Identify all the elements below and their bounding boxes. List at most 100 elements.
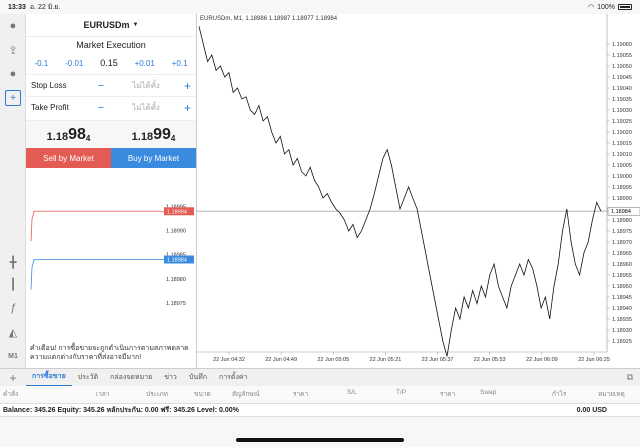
y-tick-label: 1.19015 (612, 141, 632, 147)
timeframe-icon[interactable]: M1 (5, 348, 21, 364)
candles-icon[interactable]: ┃ (5, 276, 21, 292)
volume-plus-0.1[interactable]: +0.1 (172, 59, 188, 68)
ask-label: 1.18994 (167, 209, 187, 215)
price-chart[interactable]: 1.19060 1.19055 1.19050 1.19045 1.19040 1.190… (197, 14, 640, 368)
y-tick-label: 1.19025 (612, 119, 632, 125)
status-time: 13:33 (8, 3, 26, 11)
tab-settings[interactable]: การตั้งค่า (213, 372, 254, 383)
bid-label: 1.18984 (167, 258, 187, 264)
execution-type[interactable]: Market Execution (26, 36, 196, 52)
y-tick-label: 1.18935 (612, 317, 632, 323)
crosshair-icon[interactable]: ╋ (5, 254, 21, 270)
take-profit-input[interactable]: ไม่ได้ตั้ง (121, 101, 171, 114)
col-comment[interactable]: หมายเหตุ (598, 389, 625, 399)
add-icon[interactable]: + (0, 371, 26, 385)
symbol-name: EURUSDm (83, 20, 130, 30)
y-tick-label: 1.18925 (612, 339, 632, 345)
tab-history[interactable]: ประวัติ (72, 372, 104, 383)
col-price-current[interactable]: ราคา (440, 389, 455, 399)
y-tick-label: 1.19060 (612, 42, 632, 48)
y-tick-label: 1.18950 (612, 284, 632, 290)
col-sl[interactable]: S/L (347, 389, 357, 396)
x-tick-label: 22 Jun 05:21 (370, 357, 402, 363)
user-icon[interactable]: ● (5, 18, 21, 34)
y-tick-label: 1.18955 (612, 273, 632, 279)
stop-loss-input[interactable]: ไม่ได้ตั้ง (121, 79, 171, 92)
sell-price-prefix: 1.18 (46, 130, 69, 143)
col-profit[interactable]: กำไร (552, 389, 566, 399)
y-tick-label: 1.19020 (612, 130, 632, 136)
left-rail: ● ⇪ ● + ╋ ┃ ƒ ◭ M1 (0, 14, 26, 368)
col-tp[interactable]: T/P (396, 389, 406, 396)
objects-icon[interactable]: ◭ (5, 324, 21, 340)
col-time[interactable]: เวลา (96, 389, 110, 399)
col-symbol[interactable]: สัญลักษณ์ (232, 389, 260, 399)
app-root: 13:33 อ. 22 มิ.ย. ◠ 100% ● ⇪ ● + ╋ ┃ ƒ ◭… (0, 0, 640, 447)
take-profit-label: Take Profit (31, 103, 69, 112)
volume-minus-0.01[interactable]: -0.01 (65, 59, 83, 68)
tab-news[interactable]: ข่าว (158, 372, 183, 383)
y-tick-label: 1.18940 (612, 306, 632, 312)
y-tick-label: 1.18930 (612, 328, 632, 334)
ask-line (30, 210, 164, 242)
home-indicator[interactable] (236, 438, 404, 442)
y-tick-label: 1.18995 (612, 185, 632, 191)
battery-icon (618, 4, 632, 10)
col-swap[interactable]: Swap (480, 389, 496, 396)
buy-price: 1.18 99 4 (131, 126, 176, 143)
trade-buttons: Sell by Market Buy by Market (26, 148, 196, 168)
y-tick-label: 1.19045 (612, 75, 632, 81)
sell-price-sup: 4 (85, 133, 91, 143)
mini-y-tick-label: 1.18990 (166, 229, 186, 235)
indicators-icon[interactable]: ƒ (5, 300, 21, 316)
mini-y-tick-label: 1.18975 (166, 301, 186, 307)
volume-value[interactable]: 0.15 (100, 58, 118, 68)
y-tick-label: 1.19050 (612, 64, 632, 70)
take-profit-plus-button[interactable]: + (184, 101, 191, 115)
y-tick-label: 1.19010 (612, 152, 632, 158)
stop-loss-row: Stop Loss − ไม่ได้ตั้ง + (26, 74, 196, 96)
balance-bar: Balance: 345.26 Equity: 345.26 หลักประกั… (0, 403, 640, 417)
tab-journal[interactable]: บันทึก (183, 372, 213, 383)
x-tick-label: 22 Jun 05:05 (317, 357, 349, 363)
col-size[interactable]: ขนาด (194, 389, 211, 399)
x-tick-label: 22 Jun 05:37 (422, 357, 454, 363)
current-price-label: 1.18984 (611, 209, 631, 215)
take-profit-minus-button[interactable]: − (81, 102, 121, 114)
new-order-icon[interactable]: + (5, 90, 21, 106)
wifi-icon: ◠ (587, 4, 595, 11)
y-tick-label: 1.19005 (612, 163, 632, 169)
volume-plus-0.01[interactable]: +0.01 (135, 59, 155, 68)
sell-price: 1.18 98 4 (46, 126, 91, 143)
account-switch-icon[interactable]: ⇪ (5, 42, 21, 58)
buy-price-sup: 4 (170, 133, 176, 143)
y-tick-label: 1.19040 (612, 86, 632, 92)
bid-line (30, 259, 164, 290)
buy-button[interactable]: Buy by Market (111, 148, 196, 168)
profit-total: 0.00 USD (576, 406, 607, 414)
x-tick-label: 22 Jun 05:53 (474, 357, 506, 363)
status-date: อ. 22 มิ.ย. (29, 3, 61, 11)
stop-loss-plus-button[interactable]: + (184, 79, 191, 93)
sell-button[interactable]: Sell by Market (26, 148, 111, 168)
volume-minus-0.1[interactable]: -0.1 (34, 59, 48, 68)
col-type[interactable]: ประเภท (146, 389, 168, 399)
expand-icon[interactable]: ⧉ (620, 372, 640, 383)
battery-percent: 100% (597, 3, 615, 11)
price-chart-svg: 1.19060 1.19055 1.19050 1.19045 1.19040 1.190… (197, 14, 640, 363)
y-tick-label: 1.18970 (612, 240, 632, 246)
chat-icon[interactable]: ● (5, 66, 21, 82)
y-tick-label: 1.18960 (612, 262, 632, 268)
tab-mailbox[interactable]: กล่องจดหมาย (104, 372, 158, 383)
trade-columns: คำสั่ง เวลา ประเภท ขนาด สัญลักษณ์ ราคา S… (0, 386, 640, 400)
col-price[interactable]: ราคา (293, 389, 308, 399)
buy-price-prefix: 1.18 (131, 130, 154, 143)
tab-trade[interactable]: การซื้อขาย (26, 369, 72, 387)
price-series-line (198, 26, 602, 357)
col-order[interactable]: คำสั่ง (3, 389, 18, 399)
symbol-selector[interactable]: EURUSDm ▼ (26, 14, 196, 36)
volume-row: -0.1 -0.01 0.15 +0.01 +0.1 (26, 52, 196, 74)
execution-warning: คำเตือน! การซื้อขายจะถูกดำเนินการตามสภาพ… (30, 345, 189, 361)
stop-loss-label: Stop Loss (31, 81, 67, 90)
stop-loss-minus-button[interactable]: − (81, 80, 121, 92)
